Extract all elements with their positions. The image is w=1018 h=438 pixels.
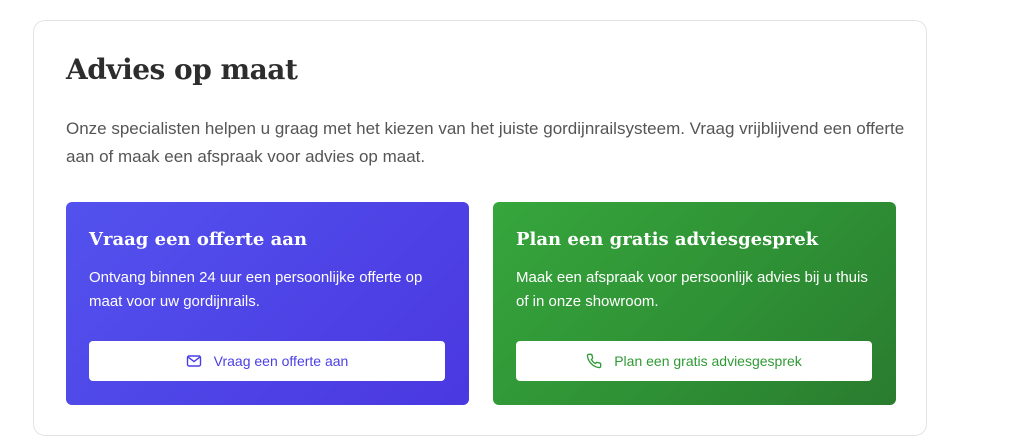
consult-panel-text: Maak een afspraak voor persoonlijk advie… — [516, 269, 868, 310]
request-quote-button[interactable]: Vraag een offerte aan — [89, 341, 445, 381]
advice-card: Advies op maat Onze specialisten helpen … — [33, 20, 927, 436]
phone-icon — [586, 353, 602, 369]
plan-consult-button-label: Plan een gratis adviesgesprek — [614, 353, 802, 369]
request-quote-button-label: Vraag een offerte aan — [213, 353, 349, 369]
mail-icon — [186, 353, 202, 369]
consult-panel-title: Plan een gratis adviesgesprek — [516, 229, 819, 250]
quote-panel: Vraag een offerte aan Ontvang binnen 24 … — [66, 202, 469, 405]
section-title: Advies op maat — [66, 53, 298, 86]
quote-panel-text: Ontvang binnen 24 uur een persoonlijke o… — [89, 269, 423, 310]
quote-panel-title: Vraag een offerte aan — [89, 229, 308, 250]
consult-panel: Plan een gratis adviesgesprek Maak een a… — [493, 202, 896, 405]
section-intro: Onze specialisten helpen u graag met het… — [66, 119, 905, 166]
plan-consult-button[interactable]: Plan een gratis adviesgesprek — [516, 341, 872, 381]
